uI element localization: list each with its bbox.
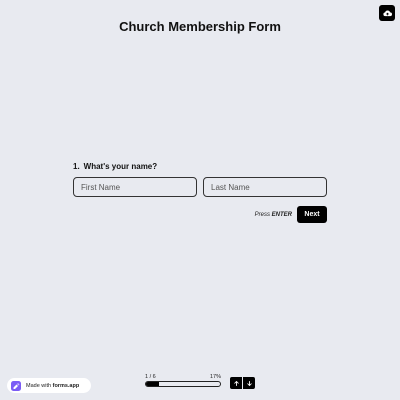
first-name-input[interactable] xyxy=(73,177,197,197)
made-with-brand: forms.app xyxy=(52,382,80,389)
question-number: 1. xyxy=(73,162,80,171)
question-text: What's your name? xyxy=(83,162,158,171)
made-with-badge[interactable]: Made with forms.app xyxy=(7,378,91,393)
forms-app-logo-icon xyxy=(11,380,21,391)
cloud-upload-icon xyxy=(382,9,392,16)
made-with-prefix: Made with xyxy=(26,382,52,389)
question-navigation xyxy=(230,377,255,389)
made-with-text: Made with forms.app xyxy=(26,383,79,389)
previous-question-button[interactable] xyxy=(230,377,242,389)
arrow-up-icon xyxy=(233,380,239,386)
progress-percent: 17% xyxy=(209,374,221,380)
progress-indicator: 1 / 6 17% xyxy=(145,374,221,387)
progress-track xyxy=(145,381,221,387)
next-button[interactable]: Next xyxy=(297,206,327,223)
progress-fill xyxy=(146,382,159,386)
enter-hint-prefix: Press xyxy=(254,211,270,218)
name-inputs xyxy=(73,177,327,197)
form-title: Church Membership Form xyxy=(119,19,281,34)
enter-hint-key: ENTER xyxy=(271,211,292,218)
arrow-down-icon xyxy=(246,380,252,386)
form-actions: Press ENTER Next xyxy=(255,206,327,223)
progress-count: 1 / 6 xyxy=(145,374,156,380)
save-button[interactable] xyxy=(379,5,395,21)
question-label: 1. What's your name? xyxy=(73,162,157,171)
last-name-input[interactable] xyxy=(203,177,327,197)
next-question-button[interactable] xyxy=(243,377,255,389)
enter-hint: Press ENTER xyxy=(255,212,292,218)
